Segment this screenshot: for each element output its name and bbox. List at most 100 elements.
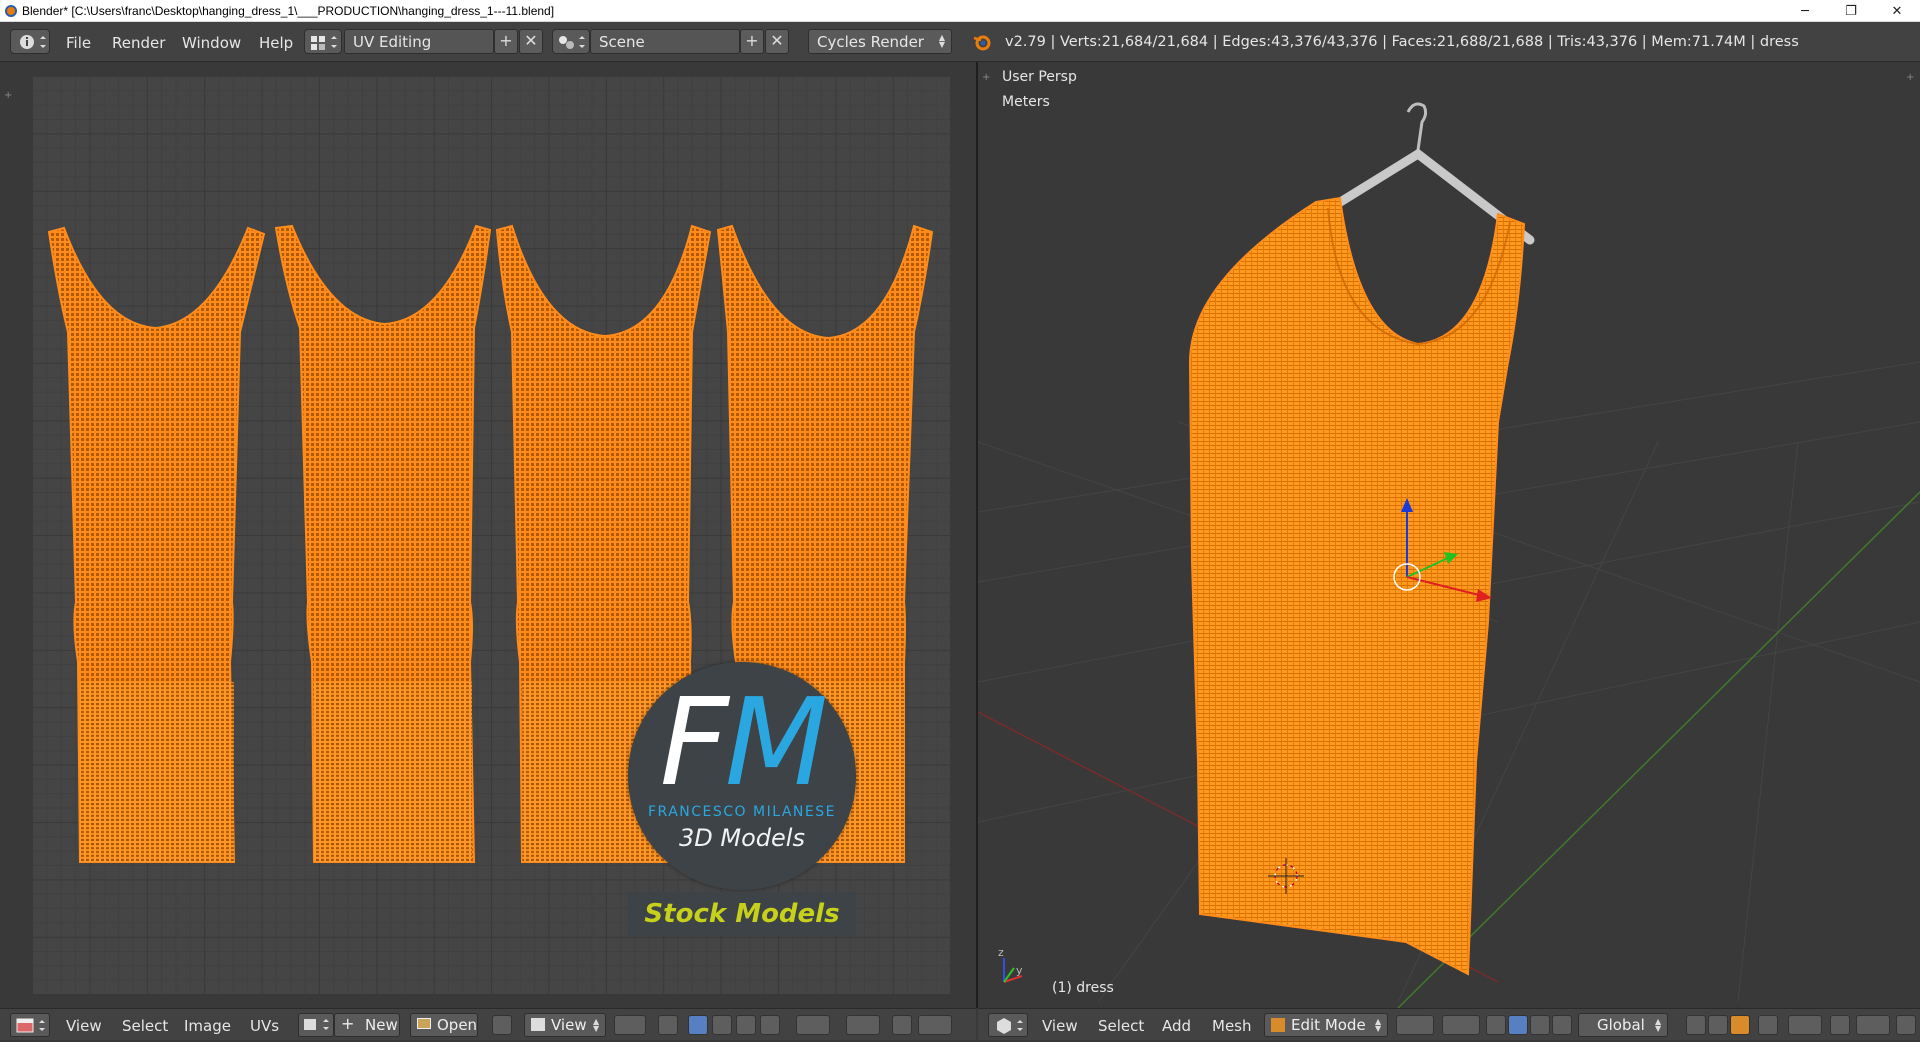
orientation-label: Global (1597, 1016, 1645, 1034)
editor-type-info-selector[interactable] (10, 29, 50, 54)
sticky-selection-icon[interactable] (796, 1015, 830, 1035)
svg-text:z: z (998, 946, 1004, 959)
restore-button[interactable]: ❐ (1828, 0, 1874, 22)
axis-gizmo-icon: z y (998, 946, 1023, 983)
image-browse-button[interactable] (298, 1013, 334, 1037)
viewport-footer: View Select Add Mesh Edit Mode ▲ ▼ Global… (978, 1008, 1920, 1040)
viewport-shading-icon[interactable] (1396, 1015, 1434, 1035)
layout-name-field[interactable]: UV Editing (344, 29, 494, 54)
3d-viewport[interactable]: User Persp Meters + + z y (1) dress (978, 62, 1920, 1008)
rotate-manipulator-icon[interactable] (1530, 1015, 1550, 1035)
blender-logo-icon (973, 35, 991, 51)
vp-menu-select[interactable]: Select (1098, 1017, 1144, 1035)
pivot-point-icon[interactable] (614, 1015, 646, 1035)
delete-layout-button[interactable]: ✕ (519, 29, 543, 54)
sync-selection-icon[interactable] (658, 1015, 678, 1035)
dropdown-arrows-icon: ▲ ▼ (1655, 1017, 1662, 1033)
manipulator-toggle-icon[interactable] (1486, 1015, 1506, 1035)
vp-menu-view[interactable]: View (1042, 1017, 1078, 1035)
uv-view-mode-dropdown[interactable]: View ▲ ▼ (524, 1013, 606, 1037)
close-button[interactable]: ✕ (1874, 0, 1920, 22)
uv-editor-footer: View Select Image UVs + New Open View ▲ ▼ (0, 1008, 976, 1040)
vp-menu-add[interactable]: Add (1162, 1017, 1191, 1035)
pin-icon[interactable] (492, 1015, 512, 1035)
vertex-select-mode-icon[interactable] (1686, 1015, 1706, 1035)
dropdown-arrows-icon: ▲ ▼ (593, 1017, 600, 1033)
uv-editor-type-selector[interactable] (10, 1013, 50, 1037)
render-engine-dropdown[interactable]: Cycles Render ▲ ▼ (808, 29, 952, 54)
view-mode-icon (531, 1018, 545, 1031)
uv-menu-select[interactable]: Select (122, 1017, 168, 1035)
fm-watermark-logo: FM FRANCESCO MILANESE 3D Models (628, 662, 856, 890)
menu-file[interactable]: File (66, 34, 91, 52)
pivot-center-icon[interactable] (1442, 1015, 1480, 1035)
scene-statistics: v2.79 | Verts:21,684/21,684 | Edges:43,3… (1005, 34, 1799, 50)
uv-image-editor[interactable]: + FM FRANCESCO MILANESE 3D Models Stock … (0, 62, 976, 1008)
edge-select-icon[interactable] (712, 1015, 732, 1035)
face-select-icon[interactable] (736, 1015, 756, 1035)
scene-icon (559, 36, 585, 49)
plus-icon: + (341, 1014, 355, 1033)
viewport-scene: z y (978, 102, 1920, 1008)
menu-render[interactable]: Render (112, 34, 165, 52)
scale-manipulator-icon[interactable] (1552, 1015, 1572, 1035)
dropdown-arrows-icon: ▲ ▼ (938, 33, 945, 49)
render-engine-label: Cycles Render (817, 33, 924, 51)
transform-orientation-dropdown[interactable]: Global ▲ ▼ (1578, 1013, 1668, 1037)
uv-menu-image[interactable]: Image (184, 1017, 231, 1035)
translate-manipulator-icon[interactable] (1508, 1015, 1528, 1035)
island-select-icon[interactable] (760, 1015, 780, 1035)
snap-target-icon[interactable] (918, 1015, 952, 1035)
info-header: File Render Window Help UV Editing + ✕ S… (0, 22, 1920, 62)
image-editor-icon (16, 1018, 45, 1033)
face-select-mode-icon[interactable] (1730, 1015, 1750, 1035)
logo-letter-m: M (724, 674, 829, 813)
uv-hem-band (80, 682, 234, 862)
screen-layout-selector[interactable] (304, 29, 342, 54)
snap-toggle-icon[interactable] (1830, 1015, 1850, 1035)
dropdown-arrows-icon: ▲ ▼ (1375, 1017, 1382, 1033)
viewport-editor-type-selector[interactable] (988, 1013, 1028, 1037)
new-image-button[interactable]: + New (334, 1013, 400, 1037)
snap-target-mode-icon[interactable] (1896, 1015, 1916, 1035)
folder-icon (417, 1018, 431, 1029)
snap-icon[interactable] (892, 1015, 912, 1035)
logo-subtitle: 3D Models (679, 824, 805, 852)
minimize-button[interactable]: ─ (1782, 0, 1828, 22)
image-browse-icon (304, 1019, 329, 1030)
active-object-label: (1) dress (1052, 980, 1114, 996)
uv-hem-band (314, 682, 472, 862)
window-title-bar: Blender* [C:\Users\franc\Desktop\hanging… (0, 0, 1920, 22)
logo-letter-f: F (659, 674, 729, 813)
snap-element-icon[interactable] (1856, 1015, 1890, 1035)
uv-menu-uvs[interactable]: UVs (250, 1017, 279, 1035)
scene-name-field[interactable]: Scene (590, 29, 740, 54)
interaction-mode-dropdown[interactable]: Edit Mode ▲ ▼ (1264, 1013, 1388, 1037)
edge-select-mode-icon[interactable] (1708, 1015, 1728, 1035)
delete-scene-button[interactable]: ✕ (765, 29, 789, 54)
vp-menu-mesh[interactable]: Mesh (1212, 1017, 1252, 1035)
uv-menu-view[interactable]: View (66, 1017, 102, 1035)
menu-window[interactable]: Window (182, 34, 241, 52)
edit-mode-icon (1271, 1018, 1285, 1032)
open-image-label: Open (437, 1016, 478, 1034)
logo-monogram: FM (628, 684, 856, 804)
vertex-select-icon[interactable] (688, 1015, 708, 1035)
logo-author-name: FRANCESCO MILANESE (648, 804, 836, 820)
add-layout-button[interactable]: + (494, 29, 518, 54)
proportional-editing-icon[interactable] (846, 1015, 880, 1035)
svg-text:y: y (1016, 964, 1023, 977)
menu-help[interactable]: Help (259, 34, 293, 52)
limit-selection-icon[interactable] (1758, 1015, 1778, 1035)
3d-view-icon (997, 1018, 1023, 1034)
new-image-label: New (365, 1016, 398, 1034)
view-mode-label: View (551, 1016, 587, 1034)
add-scene-button[interactable]: + (740, 29, 764, 54)
open-image-button[interactable]: Open (410, 1013, 478, 1037)
logo-tagline: Stock Models (628, 892, 856, 936)
proportional-edit-icon[interactable] (1788, 1015, 1822, 1035)
mode-label: Edit Mode (1291, 1016, 1366, 1034)
window-title: Blender* [C:\Users\franc\Desktop\hanging… (22, 3, 555, 18)
info-icon (20, 35, 46, 49)
scene-selector[interactable] (552, 29, 590, 54)
